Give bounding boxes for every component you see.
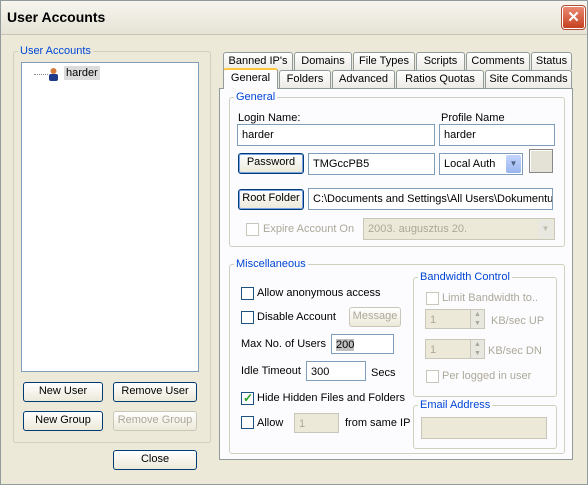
limit-bandwidth-checkbox[interactable] [426,292,439,305]
tab-domains[interactable]: Domains [294,52,352,70]
max-users-input[interactable]: 200 [331,334,394,354]
max-users-value: 200 [336,339,355,351]
chevron-down-icon[interactable]: ▼ [538,220,553,238]
expire-date-picker[interactable]: 2003. augusztus 20. ▼ [363,218,555,240]
tab-folders[interactable]: Folders [279,70,331,88]
bandwidth-dn-unit: KB/sec DN [488,345,542,357]
idle-timeout-input[interactable]: 300 [306,361,366,381]
new-user-button[interactable]: New User [23,382,103,402]
bandwidth-up-value: 1 [430,314,437,326]
checkmark-icon: ✓ [243,391,254,405]
per-user-checkbox[interactable] [426,370,439,383]
limit-bandwidth-label: Limit Bandwidth to.. [442,292,538,304]
login-name-label: Login Name: [238,112,301,124]
close-button[interactable]: Close [113,450,197,470]
bandwidth-dn-value: 1 [430,344,437,356]
auth-select-value: Local Auth [444,158,496,170]
email-address-input[interactable] [421,417,547,439]
bandwidth-up-unit: KB/sec UP [491,315,545,327]
root-folder-button[interactable]: Root Folder [238,189,304,210]
bandwidth-dn-spinner[interactable]: ▲ ▼ [470,340,484,358]
bandwidth-up-spinner[interactable]: ▲ ▼ [470,310,484,328]
title-bar: User Accounts ✕ [1,1,587,35]
max-users-label: Max No. of Users [241,338,326,350]
from-same-ip-label: from same IP [345,417,411,429]
tree-item-user[interactable]: harder [64,66,100,80]
window-title: User Accounts [7,9,106,25]
allow-anonymous-checkbox[interactable] [241,287,254,300]
tab-ratios-quotas[interactable]: Ratios Quotas [396,70,484,88]
user-icon [48,67,59,81]
tab-status[interactable]: Status [531,52,572,70]
user-tree[interactable]: harder [21,62,199,372]
expire-account-checkbox[interactable] [246,223,259,236]
tree-connector [34,74,48,75]
email-address-legend: Email Address [420,399,491,411]
miscellaneous-legend: Miscellaneous [236,258,306,270]
allow-same-ip-checkbox[interactable] [241,416,254,429]
expire-date-value: 2003. augusztus 20. [368,223,468,235]
bandwidth-control-legend: Bandwidth Control [420,271,510,283]
remove-group-button[interactable]: Remove Group [113,411,197,431]
disable-account-label: Disable Account [257,311,336,323]
idle-timeout-unit: Secs [371,367,396,379]
disable-account-checkbox[interactable] [241,311,254,324]
profile-name-input[interactable]: harder [439,124,555,146]
auth-select[interactable]: Local Auth ▼ [439,153,523,175]
tab-comments[interactable]: Comments [466,52,530,70]
password-button[interactable]: Password [238,153,304,174]
root-folder-input[interactable]: C:\Documents and Settings\All Users\Doku… [308,188,553,210]
tab-file-types[interactable]: File Types [353,52,415,70]
user-accounts-legend: User Accounts [20,45,91,57]
general-legend: General [236,91,276,103]
tab-site-commands[interactable]: Site Commands [485,70,572,88]
new-group-button[interactable]: New Group [23,411,103,431]
remove-user-button[interactable]: Remove User [113,382,197,402]
login-name-input[interactable]: harder [237,124,435,146]
close-window-button[interactable]: ✕ [561,5,586,30]
close-icon: ✕ [567,9,580,26]
allow-count-input[interactable]: 1 [294,413,339,433]
password-input[interactable]: TMGccPB5 [308,153,435,175]
bandwidth-up-input[interactable]: 1 ▲ ▼ [425,309,485,329]
tab-general[interactable]: General [223,68,278,89]
color-swatch-button[interactable] [529,149,553,173]
message-button[interactable]: Message [349,307,401,327]
idle-timeout-label: Idle Timeout [241,365,301,377]
user-accounts-window: User Accounts ✕ User Accounts harder New… [0,0,588,485]
user-name: harder [66,67,98,79]
allow-anonymous-label: Allow anonymous access [257,287,381,299]
bandwidth-dn-input[interactable]: 1 ▲ ▼ [425,339,485,359]
hide-hidden-files-label: Hide Hidden Files and Folders [257,392,405,404]
tab-advanced[interactable]: Advanced [332,70,395,88]
per-user-label: Per logged in user [442,370,532,382]
hide-hidden-files-checkbox[interactable]: ✓ [241,391,254,405]
expire-account-label: Expire Account On [263,223,355,235]
tab-scripts[interactable]: Scripts [416,52,465,70]
profile-name-label: Profile Name [441,112,505,124]
allow-label: Allow [257,417,284,429]
chevron-down-icon[interactable]: ▼ [506,155,521,173]
